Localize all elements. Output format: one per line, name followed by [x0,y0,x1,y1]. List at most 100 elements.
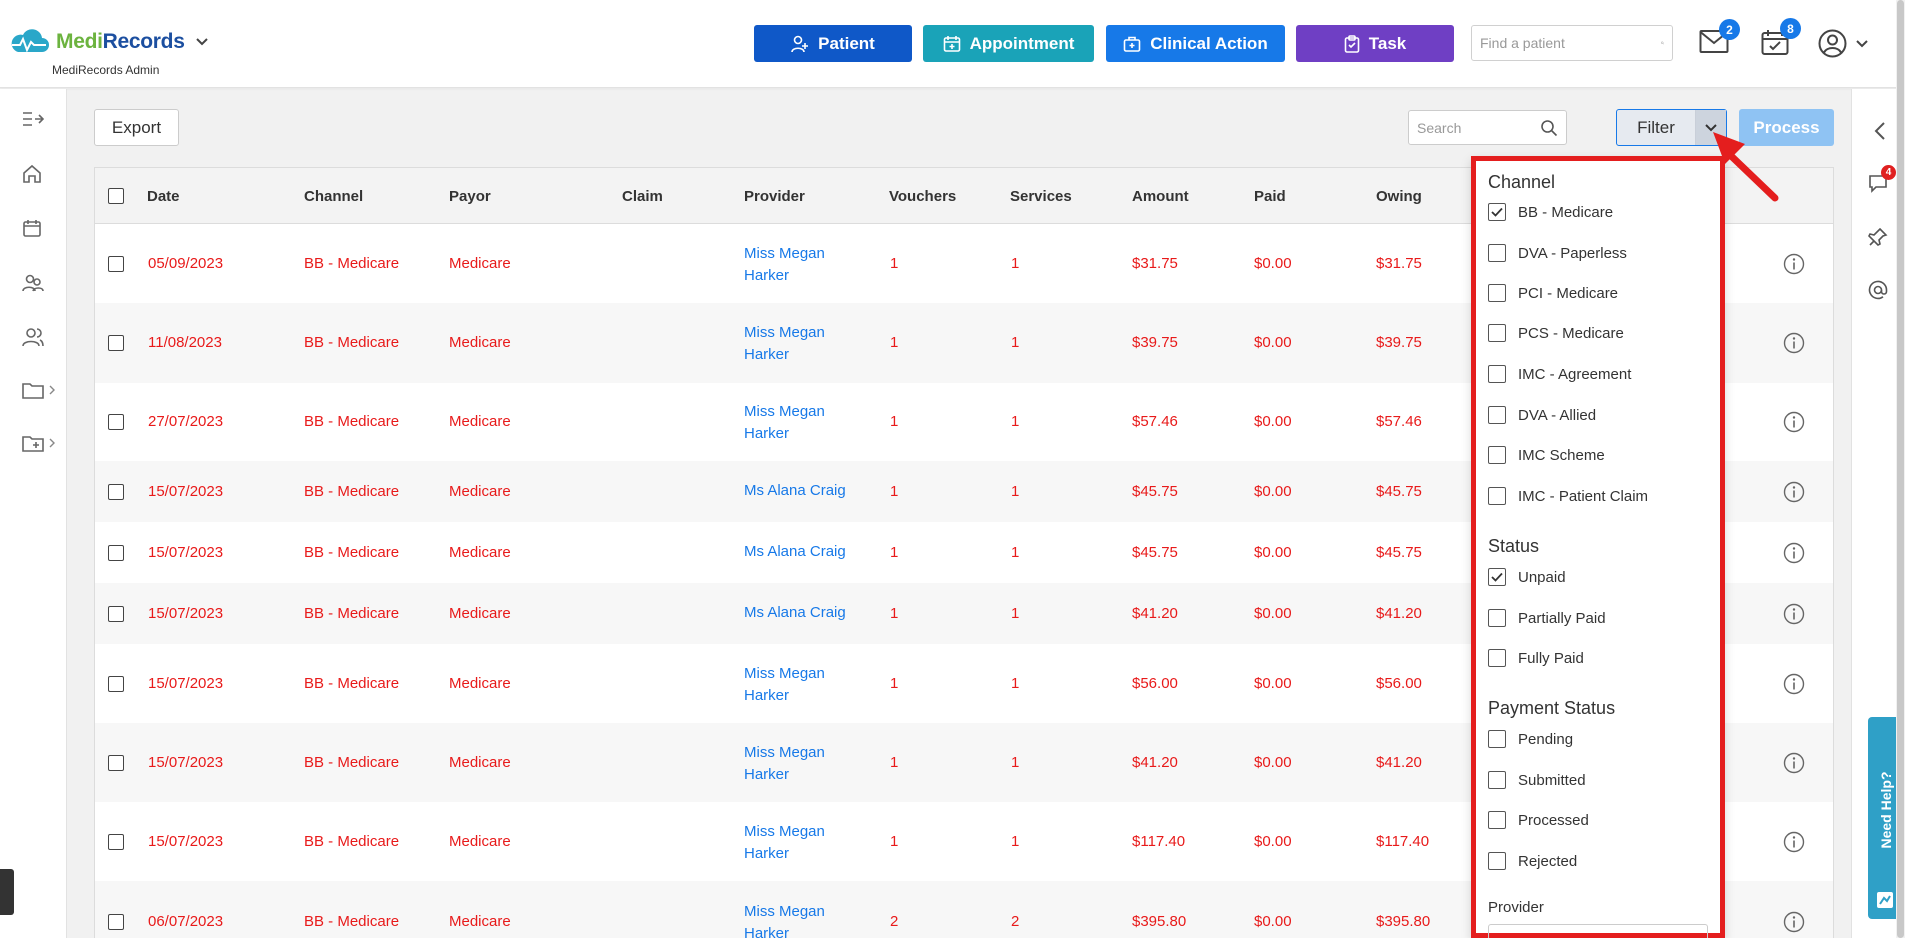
checkbox[interactable] [1488,811,1506,829]
cell-provider-link[interactable]: Miss Megan Harker [744,322,854,366]
collapse-rail-button[interactable] [1874,121,1886,144]
filter-option-channel[interactable]: PCS - Medicare [1488,324,1624,342]
filter-option-payment[interactable]: Pending [1488,730,1573,748]
export-button[interactable]: Export [94,109,179,146]
checkbox[interactable] [1488,487,1506,505]
info-icon[interactable] [1783,253,1805,275]
table-search[interactable] [1408,110,1567,145]
expand-menu-button[interactable] [22,111,44,127]
cell-provider-link[interactable]: Ms Alana Craig [744,480,874,502]
checkbox[interactable] [1488,284,1506,302]
filter-option-channel[interactable]: BB - Medicare [1488,203,1613,221]
checkbox[interactable] [1488,446,1506,464]
cell-provider-link[interactable]: Miss Megan Harker [744,742,854,786]
folder-nav[interactable] [22,381,56,399]
row-checkbox[interactable] [108,414,124,430]
clinical-action-button[interactable]: Clinical Action [1106,25,1285,62]
info-icon[interactable] [1783,603,1805,625]
row-checkbox[interactable] [108,755,124,771]
info-icon[interactable] [1783,542,1805,564]
info-icon[interactable] [1783,411,1805,433]
page-scrollbar[interactable] [1896,0,1905,938]
col-header-owing[interactable]: Owing [1376,188,1422,205]
checkbox[interactable] [1488,609,1506,627]
table-search-input[interactable] [1417,119,1540,136]
search-icon[interactable] [1661,35,1664,51]
checkbox[interactable] [1488,852,1506,870]
col-header-payor[interactable]: Payor [449,188,491,205]
row-checkbox[interactable] [108,256,124,272]
checkbox[interactable] [1488,365,1506,383]
chevron-down-icon[interactable] [195,37,209,47]
row-checkbox[interactable] [108,606,124,622]
filter-option-payment[interactable]: Submitted [1488,771,1586,789]
info-icon[interactable] [1783,831,1805,853]
col-header-services[interactable]: Services [1010,188,1072,205]
cell-provider-link[interactable]: Miss Megan Harker [744,663,854,707]
home-nav[interactable] [22,164,42,184]
col-header-provider[interactable]: Provider [744,188,805,205]
checkbox[interactable] [1488,771,1506,789]
info-icon[interactable] [1783,911,1805,933]
select-all-checkbox[interactable] [108,188,124,204]
col-header-paid[interactable]: Paid [1254,188,1286,205]
filter-option-payment[interactable]: Processed [1488,811,1589,829]
filter-option-status[interactable]: Unpaid [1488,568,1566,586]
info-icon[interactable] [1783,481,1805,503]
groups-nav[interactable] [22,273,44,293]
chat-button[interactable]: 4 [1868,165,1896,196]
filter-option-payment[interactable]: Rejected [1488,852,1577,870]
cell-provider-link[interactable]: Miss Megan Harker [744,901,854,938]
find-patient-search[interactable] [1471,25,1673,61]
filter-option-channel[interactable]: IMC - Patient Claim [1488,487,1648,505]
filter-button[interactable]: Filter [1617,110,1695,145]
search-icon[interactable] [1540,119,1558,137]
col-header-amount[interactable]: Amount [1132,188,1189,205]
provider-select[interactable] [1488,924,1708,938]
cell-provider-link[interactable]: Ms Alana Craig [744,541,874,563]
cell-provider-link[interactable]: Miss Megan Harker [744,243,854,287]
folder-plus-nav[interactable] [22,434,56,452]
info-icon[interactable] [1783,673,1805,695]
col-header-channel[interactable]: Channel [304,188,363,205]
col-header-vouchers[interactable]: Vouchers [889,188,956,205]
filter-option-channel[interactable]: IMC - Agreement [1488,365,1631,383]
info-icon[interactable] [1783,752,1805,774]
contacts-nav[interactable] [22,327,44,347]
calendar-nav[interactable] [22,218,42,238]
checkbox-checked[interactable] [1488,568,1506,586]
filter-option-channel[interactable]: IMC Scheme [1488,446,1605,464]
filter-option-channel[interactable]: DVA - Allied [1488,406,1596,424]
row-checkbox[interactable] [108,914,124,930]
row-checkbox[interactable] [108,545,124,561]
info-icon[interactable] [1783,332,1805,354]
checkbox-checked[interactable] [1488,203,1506,221]
col-header-date[interactable]: Date [147,188,180,205]
cell-provider-link[interactable]: Ms Alana Craig [744,602,874,624]
checkbox[interactable] [1488,730,1506,748]
row-checkbox[interactable] [108,484,124,500]
scrollbar-thumb[interactable] [1897,0,1904,938]
brand-logo[interactable]: MediRecords [8,28,209,56]
cell-provider-link[interactable]: Miss Megan Harker [744,821,854,865]
checkbox[interactable] [1488,406,1506,424]
side-drawer-tab[interactable] [0,869,14,915]
task-button[interactable]: Task [1296,25,1454,62]
checkbox[interactable] [1488,324,1506,342]
checkbox[interactable] [1488,244,1506,262]
filter-option-channel[interactable]: PCI - Medicare [1488,284,1618,302]
user-menu[interactable] [1818,29,1869,58]
row-checkbox[interactable] [108,676,124,692]
appointment-button[interactable]: Appointment [923,25,1094,62]
find-patient-input[interactable] [1480,35,1661,51]
cell-provider-link[interactable]: Miss Megan Harker [744,401,854,445]
patient-button[interactable]: Patient [754,25,912,62]
filter-option-channel[interactable]: DVA - Paperless [1488,244,1627,262]
tasks-button[interactable]: 8 [1761,18,1801,59]
mentions-button[interactable] [1868,280,1888,303]
mail-button[interactable]: 2 [1699,19,1740,57]
filter-option-status[interactable]: Partially Paid [1488,609,1606,627]
row-checkbox[interactable] [108,834,124,850]
pin-button[interactable] [1868,227,1888,250]
filter-option-status[interactable]: Fully Paid [1488,649,1584,667]
